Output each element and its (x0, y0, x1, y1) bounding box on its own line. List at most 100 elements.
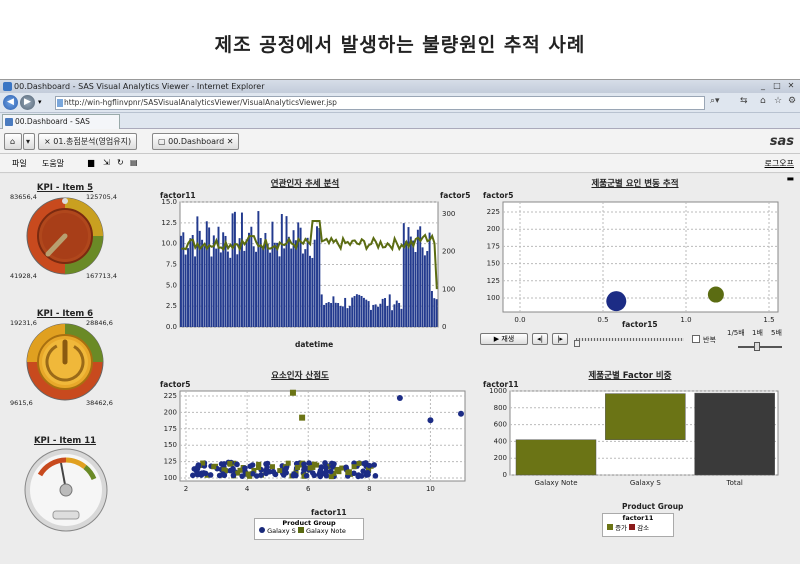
bar (189, 238, 192, 327)
step-forward-button[interactable]: |▸ (552, 333, 568, 345)
axis-label: factor15 (622, 320, 658, 329)
bar (280, 214, 283, 327)
chart-title: 제품군별 요인 변동 추적 (591, 179, 679, 189)
bar (391, 310, 394, 327)
repeat-checkbox[interactable] (692, 335, 700, 343)
forward-button[interactable]: ▶ (20, 95, 35, 110)
home-menu-button[interactable]: ▾ (23, 133, 35, 150)
scatter-point (311, 461, 317, 467)
bar (269, 252, 272, 327)
waterfall-bar (515, 439, 597, 476)
home-icon[interactable]: ⌂ (760, 96, 766, 106)
bar (430, 290, 433, 327)
export-icon[interactable]: ⇲ (103, 158, 110, 167)
bar (201, 239, 204, 327)
scatter-point (230, 472, 237, 479)
bar (210, 256, 213, 327)
close-window-button[interactable]: ✕ (784, 81, 798, 92)
chart-title: 제품군별 Factor 비중 (588, 371, 672, 381)
scatter-point (365, 471, 371, 478)
scatter-point (366, 462, 373, 469)
y-right-tick-label: 100 (442, 285, 455, 293)
x-tick-label: Galaxy Note (534, 479, 577, 487)
bar (240, 212, 243, 327)
speed-slider[interactable] (738, 346, 782, 348)
bar (386, 305, 389, 327)
timeline-slider[interactable] (576, 338, 684, 341)
bar (238, 238, 241, 327)
history-dropdown-icon[interactable]: ▾ (38, 98, 42, 106)
speed-handle[interactable] (754, 342, 760, 351)
y-right-tick-label: 0 (442, 323, 446, 331)
bar (233, 211, 236, 327)
scatter-point (220, 471, 226, 477)
search-icon[interactable]: ⌕▾ (710, 96, 720, 106)
bar (325, 303, 328, 327)
maximize-button[interactable]: □ (770, 81, 784, 92)
report-tab-01[interactable]: × 01.총점분석(영업유지) (38, 133, 138, 150)
waterfall-bar (694, 392, 775, 476)
url-input[interactable]: http://win-hgflinvpnr/SASVisualAnalytics… (55, 96, 705, 110)
timeline-handle[interactable] (574, 340, 580, 347)
back-button[interactable]: ◀ (3, 95, 18, 110)
minimize-button[interactable]: _ (756, 81, 770, 92)
bar (428, 232, 431, 327)
bar (236, 254, 239, 327)
scatter-point (211, 464, 217, 470)
bar (367, 301, 370, 327)
sas-toolbar: ⌂ ▾ × 01.총점분석(영업유지) ▢ 00.Dashboard ✕ sas (0, 129, 800, 154)
report-tab-dashboard[interactable]: ▢ 00.Dashboard ✕ (152, 133, 240, 150)
scatter-point (227, 460, 233, 466)
y-tick-label: 150 (164, 441, 177, 449)
speed-label: 1/5배 (727, 329, 745, 337)
print-icon[interactable]: ▤ (130, 158, 138, 167)
scatter-point (301, 464, 308, 471)
logout-link[interactable]: 로그오프 (765, 158, 794, 169)
scatter-point (303, 472, 310, 479)
scatter-point (396, 394, 403, 401)
compat-icon[interactable]: ⇆ (740, 96, 748, 106)
bubble-point (606, 291, 627, 312)
bar (332, 296, 335, 327)
bar (337, 303, 340, 327)
bar (304, 249, 307, 327)
browser-tab-dashboard[interactable]: 00.Dashboard - SAS Vis...× (2, 114, 120, 140)
bar (278, 256, 281, 327)
sas-logo: sas (769, 134, 794, 149)
refresh-icon[interactable]: ↻ (117, 158, 124, 167)
plot-area (502, 201, 779, 313)
y-tick-label: 12.5 (161, 219, 177, 227)
legend-label: 증가 (615, 524, 628, 532)
legend-title: Product Group (282, 519, 336, 527)
y-tick-label: 175 (164, 425, 177, 433)
bar (421, 247, 424, 327)
bar (205, 221, 208, 327)
scatter-point (245, 471, 251, 477)
scatter-point (372, 473, 379, 479)
scatter-point (258, 472, 264, 478)
bar (252, 246, 255, 327)
legend-label: 감소 (637, 524, 650, 532)
bar (358, 294, 361, 327)
menu-file[interactable]: 파일 (12, 158, 27, 169)
favorites-icon[interactable]: ☆ (774, 96, 782, 106)
step-back-button[interactable]: ◂| (532, 333, 548, 345)
tools-icon[interactable]: ⚙ (788, 96, 796, 106)
repeat-label: 반복 (703, 336, 716, 344)
ie-icon (3, 82, 12, 91)
bar (311, 257, 314, 327)
y-tick-label: 100 (164, 474, 177, 482)
maximize-panel-icon[interactable]: ▬ (786, 174, 794, 183)
menu-help[interactable]: 도움말 (42, 158, 64, 169)
y-tick-label: 125 (487, 277, 500, 285)
play-button[interactable]: ▶ 재생 (480, 333, 528, 345)
scatter-point (328, 468, 334, 475)
open-folder-icon[interactable]: ▆ (88, 158, 94, 167)
y-tick-label: 200 (494, 454, 507, 462)
bar (339, 305, 342, 327)
scatter-point (331, 461, 337, 467)
x-tick-label: 0.0 (514, 316, 525, 324)
y-right-tick-label: 200 (442, 248, 455, 256)
home-button[interactable]: ⌂ (4, 133, 22, 150)
bar (231, 213, 234, 327)
